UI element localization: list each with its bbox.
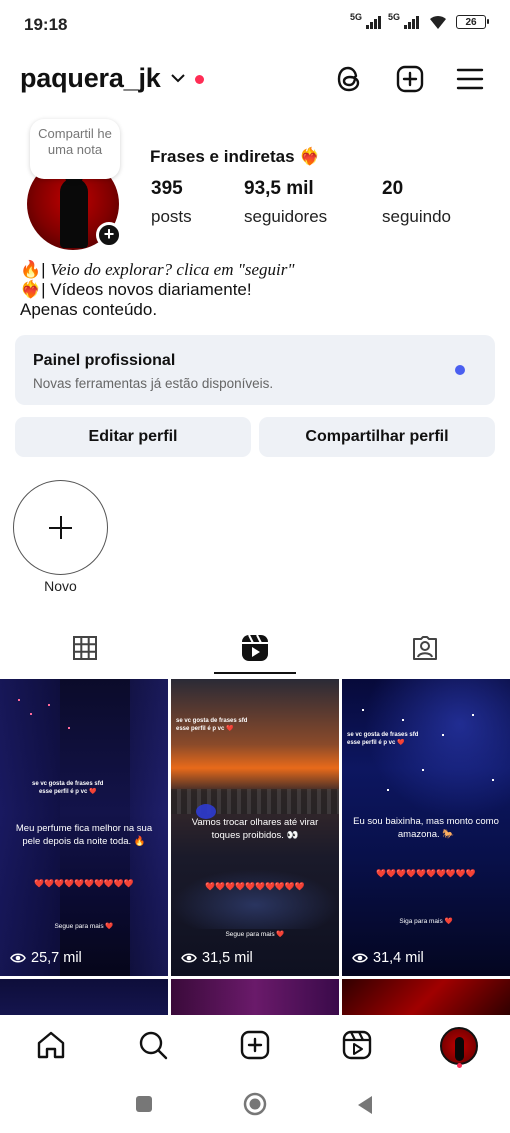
grid-icon bbox=[73, 636, 97, 660]
menu-icon[interactable] bbox=[455, 64, 485, 94]
tab-reels[interactable] bbox=[170, 628, 340, 668]
bottom-nav bbox=[0, 1015, 510, 1075]
status-time: 19:18 bbox=[24, 15, 68, 34]
reel-hearts: ❤️❤️❤️❤️❤️❤️❤️❤️❤️❤️ bbox=[376, 869, 476, 878]
network-label-2: 5G bbox=[387, 12, 400, 22]
reels-icon[interactable] bbox=[341, 1029, 373, 1061]
tab-tagged[interactable] bbox=[340, 628, 510, 668]
status-bar: 19:18 5G 5G 26 bbox=[0, 0, 510, 50]
eye-icon bbox=[10, 953, 26, 963]
battery-icon: 26 bbox=[456, 15, 489, 29]
reel-tile[interactable]: se vc gosta de frases sfd esse perfil é p… bbox=[171, 679, 339, 976]
wifi-icon bbox=[430, 15, 446, 29]
chevron-down-icon[interactable] bbox=[170, 70, 186, 86]
back-icon[interactable] bbox=[356, 1095, 374, 1115]
notification-dot bbox=[195, 75, 204, 84]
reel-views: 31,5 mil bbox=[181, 950, 253, 966]
new-highlight-label: Novo bbox=[44, 578, 77, 594]
reel-top-text: se vc gosta de frases sfd esse perfil é p… bbox=[347, 732, 419, 746]
stat-value: 395 bbox=[151, 178, 183, 199]
reel-caption: Meu perfume fica melhor na sua pele depo… bbox=[15, 823, 153, 847]
reel-top-text: se vc gosta de frases sfd esse perfil é p… bbox=[176, 718, 248, 732]
professional-dashboard[interactable]: Painel profissional Novas ferramentas já… bbox=[15, 335, 495, 405]
eye-icon bbox=[352, 953, 368, 963]
bio: 🔥| Veio do explorar? clica em "seguir" ❤… bbox=[20, 260, 295, 320]
add-story-icon[interactable]: + bbox=[96, 222, 122, 248]
share-profile-button[interactable]: Compartilhar perfil bbox=[259, 417, 495, 457]
panel-subtitle: Novas ferramentas já estão disponíveis. bbox=[33, 376, 274, 391]
stat-followers[interactable]: 93,5 mil seguidores bbox=[244, 178, 327, 227]
bio-line-1: Veio do explorar? clica em "seguir" bbox=[50, 260, 295, 279]
active-tab-indicator bbox=[214, 672, 296, 674]
network-label-1: 5G bbox=[349, 12, 362, 22]
panel-title: Painel profissional bbox=[33, 352, 176, 369]
profile-avatar-nav[interactable] bbox=[440, 1027, 478, 1065]
search-icon[interactable] bbox=[137, 1029, 169, 1061]
username[interactable]: paquera_jk bbox=[20, 63, 161, 94]
stat-value: 20 bbox=[382, 178, 404, 199]
profile-notification-dot bbox=[457, 1063, 462, 1068]
tagged-icon bbox=[413, 636, 437, 660]
bio-line-3: Apenas conteúdo. bbox=[20, 300, 158, 319]
status-icons: 5G 5G 26 bbox=[349, 12, 489, 30]
reel-tile-partial[interactable] bbox=[0, 979, 168, 1019]
reel-tile-partial[interactable] bbox=[171, 979, 339, 1019]
reel-views: 31,4 mil bbox=[352, 950, 424, 966]
threads-icon[interactable] bbox=[334, 64, 364, 94]
reel-tile[interactable]: se vc gosta de frases sfd esse perfil é p… bbox=[0, 679, 168, 976]
display-name: Frases e indiretas ❤️‍🔥 bbox=[150, 147, 321, 166]
recents-icon[interactable] bbox=[135, 1095, 153, 1113]
create-icon[interactable] bbox=[395, 64, 425, 94]
stat-label: posts bbox=[151, 207, 192, 226]
reel-views: 25,7 mil bbox=[10, 950, 82, 966]
stat-posts: 395 posts bbox=[151, 178, 192, 227]
reel-tile[interactable]: se vc gosta de frases sfd esse perfil é p… bbox=[342, 679, 510, 976]
profile-header: paquera_jk bbox=[0, 58, 510, 102]
create-icon[interactable] bbox=[239, 1029, 271, 1061]
stat-following[interactable]: 20 seguindo bbox=[382, 178, 451, 227]
stat-label: seguidores bbox=[244, 207, 328, 226]
reel-top-text: se vc gosta de frases sfd esse perfil é p… bbox=[32, 781, 104, 795]
views-count: 31,5 mil bbox=[202, 950, 253, 966]
edit-profile-button[interactable]: Editar perfil bbox=[15, 417, 251, 457]
bio-emoji: 🔥| bbox=[20, 260, 46, 279]
stat-value: 93,5 mil bbox=[244, 178, 314, 199]
system-nav bbox=[0, 1078, 510, 1133]
signal-icon bbox=[365, 15, 381, 29]
reel-follow-text: Siga para mais ❤️ bbox=[399, 918, 453, 925]
reels-icon bbox=[242, 634, 268, 661]
new-highlight-button[interactable] bbox=[13, 480, 108, 575]
stat-label: seguindo bbox=[382, 207, 452, 226]
tab-grid[interactable] bbox=[0, 628, 170, 668]
home-button-icon[interactable] bbox=[243, 1092, 267, 1116]
reel-follow-text: Segue para mais ❤️ bbox=[54, 923, 114, 930]
reel-hearts: ❤️❤️❤️❤️❤️❤️❤️❤️❤️❤️ bbox=[34, 879, 134, 888]
reel-caption: Eu sou baixinha, mas monto como amazona.… bbox=[353, 816, 499, 840]
reel-hearts: ❤️❤️❤️❤️❤️❤️❤️❤️❤️❤️ bbox=[205, 882, 305, 891]
reel-follow-text: Segue para mais ❤️ bbox=[225, 931, 285, 938]
views-count: 31,4 mil bbox=[373, 950, 424, 966]
eye-icon bbox=[181, 953, 197, 963]
views-count: 25,7 mil bbox=[31, 950, 82, 966]
note-bubble[interactable]: Compartil he uma nota bbox=[30, 119, 120, 179]
signal-icon-2 bbox=[404, 15, 419, 29]
reel-caption: Vamos trocar olhares até virar toques pr… bbox=[191, 817, 319, 841]
panel-notification-dot bbox=[455, 365, 465, 375]
reel-tile-partial[interactable] bbox=[342, 979, 510, 1019]
bio-line-2: ❤️‍🔥| Vídeos novos diariamente! bbox=[20, 280, 252, 299]
home-icon[interactable] bbox=[35, 1029, 67, 1061]
